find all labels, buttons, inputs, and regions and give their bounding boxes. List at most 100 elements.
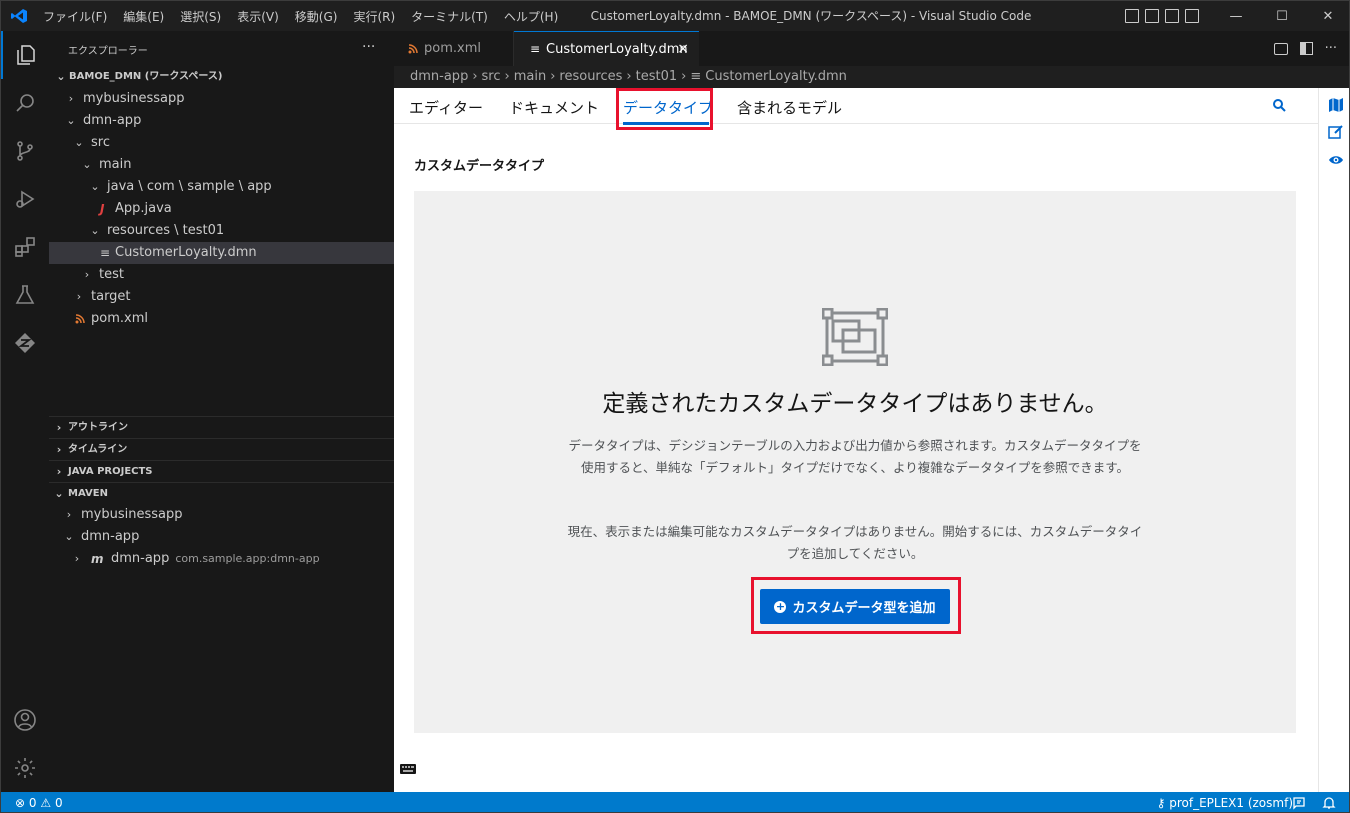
workspace-root[interactable]: ⌄ BAMOE_DMN (ワークスペース) [49,66,394,88]
layout-controls [1125,9,1199,23]
empty-state-body-secondary: 現在、表示または編集可能なカスタムデータタイプはありません。開始するには、カスタ… [567,524,1143,561]
toggle-panel-icon[interactable] [1145,9,1159,23]
close-window-button[interactable]: ✕ [1305,1,1349,31]
tree-item-pom-xml[interactable]: pom.xml [49,308,394,330]
toggle-secondary-sidebar-icon[interactable] [1165,9,1179,23]
dmn-file-icon: ≡ [100,246,111,260]
tree-item-main[interactable]: ⌄ main [49,154,394,176]
breadcrumb-item[interactable]: resources [559,69,622,84]
svg-export-icon[interactable] [1273,42,1288,55]
data-type-placeholder-icon [822,308,888,366]
account-icon[interactable] [1,696,49,744]
chevron-down-icon: ⌄ [90,224,100,237]
maven-item-dmn-app[interactable]: ⌄ dmn-app [49,526,394,548]
zowe-icon[interactable] [1,319,49,367]
tree-item-src[interactable]: ⌄ src [49,132,394,154]
tree-item-dmn-app[interactable]: ⌄ dmn-app [49,110,394,132]
menu-view[interactable]: 表示(V) [229,8,287,25]
breadcrumb-item[interactable]: src [482,69,501,84]
menu-terminal[interactable]: ターミナル(T) [403,8,496,25]
customize-layout-icon[interactable] [1185,9,1199,23]
more-actions-icon[interactable]: ··· [1325,41,1337,56]
extensions-icon[interactable] [1,223,49,271]
explorer-icon[interactable] [1,31,49,79]
section-timeline[interactable]: › タイムライン [49,438,394,460]
edit-icon[interactable] [1328,124,1344,140]
breadcrumb-item[interactable]: main [514,69,546,84]
chevron-right-icon: › [550,69,556,84]
vscode-window: ファイル(F) 編集(E) 選択(S) 表示(V) 移動(G) 実行(R) ター… [0,0,1350,813]
toggle-primary-sidebar-icon[interactable] [1125,9,1139,23]
breadcrumb-item[interactable]: CustomerLoyalty.dmn [705,69,847,84]
menu-edit[interactable]: 編集(E) [115,8,172,25]
menu-go[interactable]: 移動(G) [287,8,346,25]
editor-actions: ··· [1273,31,1337,66]
tab-pom-xml[interactable]: pom.xml [394,31,514,66]
explorer-title: エクスプローラー [68,46,148,57]
tab-label: pom.xml [424,41,481,56]
tree-item-test[interactable]: › test [49,264,394,286]
section-maven[interactable]: ⌄ MAVEN [49,482,394,504]
breadcrumb-item[interactable]: dmn-app [410,69,468,84]
map-icon[interactable] [1328,97,1344,113]
workspace-label: BAMOE_DMN (ワークスペース) [69,71,223,82]
chevron-down-icon: ⌄ [64,530,74,543]
dmn-editor-webview: エディター ドキュメント データタイプ 含まれるモデル カスタムデータタイプ 定… [394,88,1318,792]
close-tab-icon[interactable]: × [677,32,689,67]
tree-item-label: dmn-app [81,529,140,544]
maven-item-dmn-app-module[interactable]: › m dmn-app com.sample.app:dmn-app [49,548,394,570]
eye-icon[interactable] [1328,152,1344,168]
tree-item-app-java[interactable]: J App.java [49,198,394,220]
dmn-tab-editor[interactable]: エディター [409,97,483,118]
rss-icon [75,314,85,324]
menu-file[interactable]: ファイル(F) [35,8,115,25]
breadcrumb-item[interactable]: test01 [636,69,678,84]
section-java-projects[interactable]: › JAVA PROJECTS [49,460,394,482]
dmn-tab-documentation[interactable]: ドキュメント [509,97,599,118]
maximize-button[interactable]: ☐ [1259,1,1305,31]
java-file-icon: J [100,202,105,216]
highlight-box [751,577,961,634]
source-control-icon[interactable] [1,127,49,175]
explorer-header: エクスプローラー ··· [49,31,394,66]
tree-item-java-package[interactable]: ⌄ java \ com \ sample \ app [49,176,394,198]
more-actions-icon[interactable]: ··· [362,39,375,55]
chevron-down-icon: ⌄ [56,70,66,83]
maven-item-mybusinessapp[interactable]: › mybusinessapp [49,504,394,526]
testing-icon[interactable] [1,271,49,319]
section-label: MAVEN [68,488,108,499]
problems-indicator[interactable]: ⊗ 0 ⚠ 0 [15,792,63,812]
empty-state-body: データタイプは、デシジョンテーブルの入力および出力値から参照されます。カスタムデ… [568,438,1142,475]
menu-selection[interactable]: 選択(S) [172,8,229,25]
tree-item-label: mybusinessapp [83,91,185,106]
tab-customerloyalty-dmn[interactable]: ≡ CustomerLoyalty.dmn × [514,31,699,66]
tree-item-label: CustomerLoyalty.dmn [115,245,257,260]
zowe-profile-indicator[interactable]: ⚷ prof_EPLEX1 (zosmf) [1157,792,1293,812]
tree-item-label: mybusinessapp [81,507,183,522]
minimize-button[interactable]: — [1213,1,1259,31]
tree-item-resources[interactable]: ⌄ resources \ test01 [49,220,394,242]
split-editor-icon[interactable] [1299,42,1313,55]
keyboard-shortcuts-icon[interactable] [400,764,416,774]
chevron-right-icon: › [66,508,72,521]
warning-count: 0 [54,796,63,810]
search-icon[interactable] [1,79,49,127]
tree-item-label: src [91,135,110,150]
settings-gear-icon[interactable] [1,744,49,792]
notifications-bell-icon[interactable] [1322,796,1336,810]
accounts-feedback-icon[interactable] [1292,796,1306,810]
error-icon: ⊗ [15,796,26,810]
tree-item-target[interactable]: › target [49,286,394,308]
tree-item-mybusinessapp[interactable]: › mybusinessapp [49,88,394,110]
search-icon[interactable] [1272,98,1286,112]
tree-item-label: test [99,267,124,282]
section-outline[interactable]: › アウトライン [49,416,394,438]
dmn-file-icon: ≡ [690,69,702,84]
section-label: JAVA PROJECTS [68,466,153,477]
tree-item-customerloyalty-dmn[interactable]: ≡ CustomerLoyalty.dmn [49,242,394,264]
chevron-down-icon: ⌄ [74,136,84,149]
dmn-tab-included-models[interactable]: 含まれるモデル [737,97,842,118]
run-debug-icon[interactable] [1,175,49,223]
menu-run[interactable]: 実行(R) [345,8,403,25]
menu-help[interactable]: ヘルプ(H) [496,8,566,25]
